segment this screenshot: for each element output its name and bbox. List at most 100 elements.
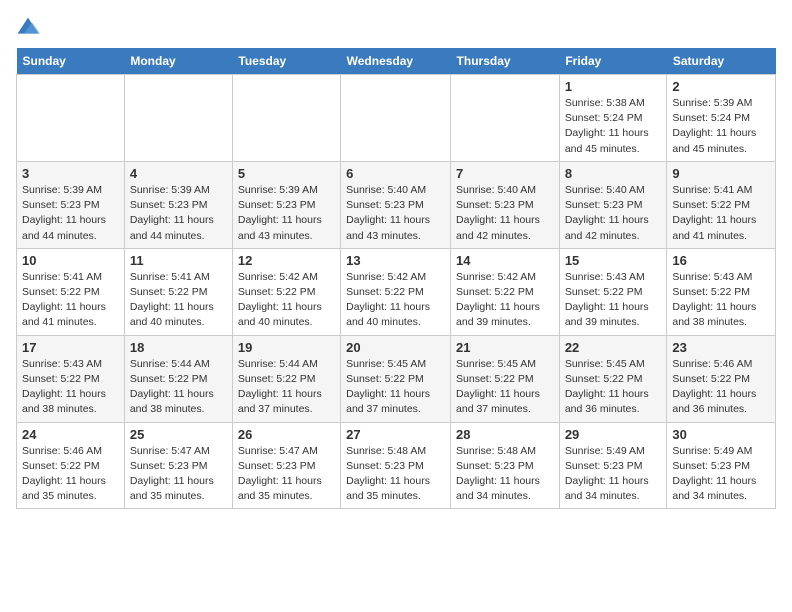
calendar-cell: 23 Sunrise: 5:46 AM Sunset: 5:22 PM Dayli…	[667, 335, 776, 422]
day-number: 7	[456, 166, 554, 181]
calendar-cell: 20Sunrise: 5:45 AM Sunset: 5:22 PM Dayli…	[341, 335, 451, 422]
day-info: Sunrise: 5:44 AM Sunset: 5:22 PM Dayligh…	[130, 357, 227, 418]
calendar-cell: 5Sunrise: 5:39 AM Sunset: 5:23 PM Daylig…	[232, 161, 340, 248]
day-number: 3	[22, 166, 119, 181]
day-number: 25	[130, 427, 227, 442]
day-info: Sunrise: 5:46 AM Sunset: 5:22 PM Dayligh…	[672, 357, 770, 418]
day-number: 1	[565, 79, 662, 94]
calendar-day-header: Friday	[559, 48, 667, 75]
page-header	[16, 16, 776, 40]
day-info: Sunrise: 5:48 AM Sunset: 5:23 PM Dayligh…	[456, 444, 554, 505]
calendar-day-header: Wednesday	[341, 48, 451, 75]
logo-icon	[16, 16, 40, 40]
day-info: Sunrise: 5:47 AM Sunset: 5:23 PM Dayligh…	[130, 444, 227, 505]
calendar-cell: 7 Sunrise: 5:40 AM Sunset: 5:23 PM Daylig…	[451, 161, 560, 248]
day-number: 10	[22, 253, 119, 268]
day-info: Sunrise: 5:43 AM Sunset: 5:22 PM Dayligh…	[22, 357, 119, 418]
calendar-cell: 16 Sunrise: 5:43 AM Sunset: 5:22 PM Dayli…	[667, 248, 776, 335]
day-number: 2	[672, 79, 770, 94]
calendar-cell	[232, 75, 340, 162]
calendar-day-header: Monday	[124, 48, 232, 75]
calendar-cell: 17 Sunrise: 5:43 AM Sunset: 5:22 PM Dayli…	[17, 335, 125, 422]
day-info: Sunrise: 5:45 AM Sunset: 5:22 PM Dayligh…	[565, 357, 662, 418]
day-number: 16	[672, 253, 770, 268]
calendar-cell	[17, 75, 125, 162]
day-number: 24	[22, 427, 119, 442]
day-info: Sunrise: 5:41 AM Sunset: 5:22 PM Dayligh…	[22, 270, 119, 331]
calendar-week-row: 3 Sunrise: 5:39 AM Sunset: 5:23 PM Daylig…	[17, 161, 776, 248]
calendar-table: SundayMondayTuesdayWednesdayThursdayFrid…	[16, 48, 776, 509]
calendar-cell: 26 Sunrise: 5:47 AM Sunset: 5:23 PM Dayli…	[232, 422, 340, 509]
calendar-cell: 18 Sunrise: 5:44 AM Sunset: 5:22 PM Dayli…	[124, 335, 232, 422]
calendar-week-row: 1 Sunrise: 5:38 AM Sunset: 5:24 PM Daylig…	[17, 75, 776, 162]
day-info: Sunrise: 5:39 AM Sunset: 5:24 PM Dayligh…	[672, 96, 770, 157]
day-info: Sunrise: 5:40 AM Sunset: 5:23 PM Dayligh…	[346, 183, 445, 244]
calendar-cell: 27 Sunrise: 5:48 AM Sunset: 5:23 PM Dayli…	[341, 422, 451, 509]
day-info: Sunrise: 5:41 AM Sunset: 5:22 PM Dayligh…	[130, 270, 227, 331]
calendar-cell	[341, 75, 451, 162]
day-number: 21	[456, 340, 554, 355]
day-number: 28	[456, 427, 554, 442]
calendar-cell: 29 Sunrise: 5:49 AM Sunset: 5:23 PM Dayli…	[559, 422, 667, 509]
calendar-cell: 10 Sunrise: 5:41 AM Sunset: 5:22 PM Dayli…	[17, 248, 125, 335]
calendar-cell: 19 Sunrise: 5:44 AM Sunset: 5:22 PM Dayli…	[232, 335, 340, 422]
calendar-cell: 28 Sunrise: 5:48 AM Sunset: 5:23 PM Dayli…	[451, 422, 560, 509]
calendar-cell: 2 Sunrise: 5:39 AM Sunset: 5:24 PM Daylig…	[667, 75, 776, 162]
calendar-cell	[451, 75, 560, 162]
calendar-cell: 12Sunrise: 5:42 AM Sunset: 5:22 PM Dayli…	[232, 248, 340, 335]
calendar-cell: 15 Sunrise: 5:43 AM Sunset: 5:22 PM Dayli…	[559, 248, 667, 335]
day-number: 26	[238, 427, 335, 442]
day-number: 6	[346, 166, 445, 181]
day-info: Sunrise: 5:38 AM Sunset: 5:24 PM Dayligh…	[565, 96, 662, 157]
calendar-day-header: Saturday	[667, 48, 776, 75]
calendar-cell: 22Sunrise: 5:45 AM Sunset: 5:22 PM Dayli…	[559, 335, 667, 422]
day-info: Sunrise: 5:46 AM Sunset: 5:22 PM Dayligh…	[22, 444, 119, 505]
day-number: 13	[346, 253, 445, 268]
day-number: 14	[456, 253, 554, 268]
day-info: Sunrise: 5:49 AM Sunset: 5:23 PM Dayligh…	[672, 444, 770, 505]
day-info: Sunrise: 5:48 AM Sunset: 5:23 PM Dayligh…	[346, 444, 445, 505]
calendar-day-header: Thursday	[451, 48, 560, 75]
day-info: Sunrise: 5:44 AM Sunset: 5:22 PM Dayligh…	[238, 357, 335, 418]
day-number: 30	[672, 427, 770, 442]
day-number: 29	[565, 427, 662, 442]
calendar-cell: 21Sunrise: 5:45 AM Sunset: 5:22 PM Dayli…	[451, 335, 560, 422]
calendar-week-row: 24 Sunrise: 5:46 AM Sunset: 5:22 PM Dayli…	[17, 422, 776, 509]
day-number: 9	[672, 166, 770, 181]
calendar-cell: 6 Sunrise: 5:40 AM Sunset: 5:23 PM Daylig…	[341, 161, 451, 248]
day-info: Sunrise: 5:40 AM Sunset: 5:23 PM Dayligh…	[456, 183, 554, 244]
calendar-week-row: 17 Sunrise: 5:43 AM Sunset: 5:22 PM Dayli…	[17, 335, 776, 422]
day-info: Sunrise: 5:42 AM Sunset: 5:22 PM Dayligh…	[456, 270, 554, 331]
day-number: 15	[565, 253, 662, 268]
calendar-cell: 25 Sunrise: 5:47 AM Sunset: 5:23 PM Dayli…	[124, 422, 232, 509]
calendar-header-row: SundayMondayTuesdayWednesdayThursdayFrid…	[17, 48, 776, 75]
calendar-cell: 8 Sunrise: 5:40 AM Sunset: 5:23 PM Daylig…	[559, 161, 667, 248]
day-info: Sunrise: 5:39 AM Sunset: 5:23 PM Dayligh…	[130, 183, 227, 244]
day-info: Sunrise: 5:39 AM Sunset: 5:23 PM Dayligh…	[22, 183, 119, 244]
calendar-day-header: Tuesday	[232, 48, 340, 75]
calendar-cell	[124, 75, 232, 162]
calendar-cell: 14 Sunrise: 5:42 AM Sunset: 5:22 PM Dayli…	[451, 248, 560, 335]
day-number: 12	[238, 253, 335, 268]
day-number: 4	[130, 166, 227, 181]
calendar-week-row: 10 Sunrise: 5:41 AM Sunset: 5:22 PM Dayli…	[17, 248, 776, 335]
calendar-cell: 1 Sunrise: 5:38 AM Sunset: 5:24 PM Daylig…	[559, 75, 667, 162]
day-info: Sunrise: 5:49 AM Sunset: 5:23 PM Dayligh…	[565, 444, 662, 505]
day-info: Sunrise: 5:43 AM Sunset: 5:22 PM Dayligh…	[672, 270, 770, 331]
day-number: 5	[238, 166, 335, 181]
day-number: 19	[238, 340, 335, 355]
day-number: 8	[565, 166, 662, 181]
calendar-cell: 3 Sunrise: 5:39 AM Sunset: 5:23 PM Daylig…	[17, 161, 125, 248]
calendar-cell: 11Sunrise: 5:41 AM Sunset: 5:22 PM Dayli…	[124, 248, 232, 335]
day-number: 17	[22, 340, 119, 355]
calendar-cell: 30 Sunrise: 5:49 AM Sunset: 5:23 PM Dayli…	[667, 422, 776, 509]
day-number: 27	[346, 427, 445, 442]
calendar-day-header: Sunday	[17, 48, 125, 75]
day-info: Sunrise: 5:43 AM Sunset: 5:22 PM Dayligh…	[565, 270, 662, 331]
day-number: 18	[130, 340, 227, 355]
day-number: 23	[672, 340, 770, 355]
calendar-cell: 4 Sunrise: 5:39 AM Sunset: 5:23 PM Daylig…	[124, 161, 232, 248]
day-info: Sunrise: 5:40 AM Sunset: 5:23 PM Dayligh…	[565, 183, 662, 244]
day-info: Sunrise: 5:47 AM Sunset: 5:23 PM Dayligh…	[238, 444, 335, 505]
day-info: Sunrise: 5:45 AM Sunset: 5:22 PM Dayligh…	[346, 357, 445, 418]
